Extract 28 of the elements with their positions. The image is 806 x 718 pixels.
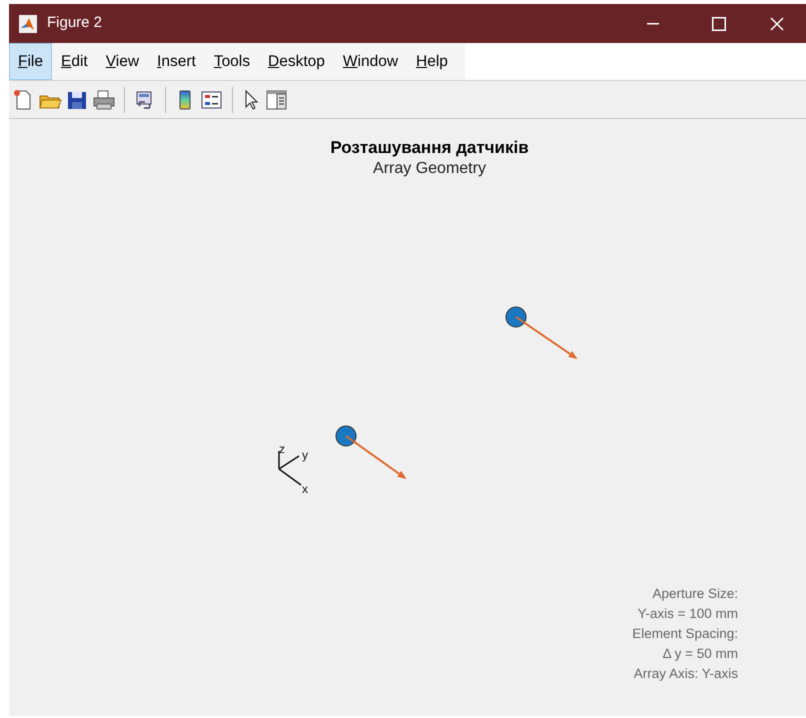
axis-label: z [279,442,285,456]
menu-item[interactable]: Desktop [259,43,334,80]
axis-label: x [302,482,308,496]
annotation-line: Element Spacing: [632,625,738,643]
maximize-icon [712,16,726,30]
menu-item[interactable]: View [96,43,148,80]
panel-icon[interactable] [265,88,289,110]
plot-title: Розташування датчиків [330,137,529,159]
axis-label: y [302,448,308,462]
sensor-marker [506,306,526,328]
menu-item[interactable]: File [9,43,52,80]
annotation-line: Array Axis: Y-axis [634,665,738,683]
minimize-icon [647,22,659,24]
menu-item[interactable]: Help [407,43,457,80]
sensor-marker [336,426,356,446]
legend-icon[interactable] [200,88,224,110]
window-title: Figure 2 [47,13,102,34]
menu-item[interactable]: Window [334,43,408,80]
close-icon [770,16,784,30]
app-logo-icon [19,14,37,32]
print-icon[interactable] [92,88,116,110]
annotation-line: Aperture Size: [652,585,738,603]
annotation-line: Δ y = 50 mm [662,645,738,663]
plot-subtitle: Array Geometry [373,159,486,179]
menu-item[interactable]: Edit [52,43,97,80]
annotation-line: Y-axis = 100 mm [638,605,738,623]
menu-item[interactable]: Tools [204,43,259,80]
menu-item[interactable]: Insert [148,43,205,80]
